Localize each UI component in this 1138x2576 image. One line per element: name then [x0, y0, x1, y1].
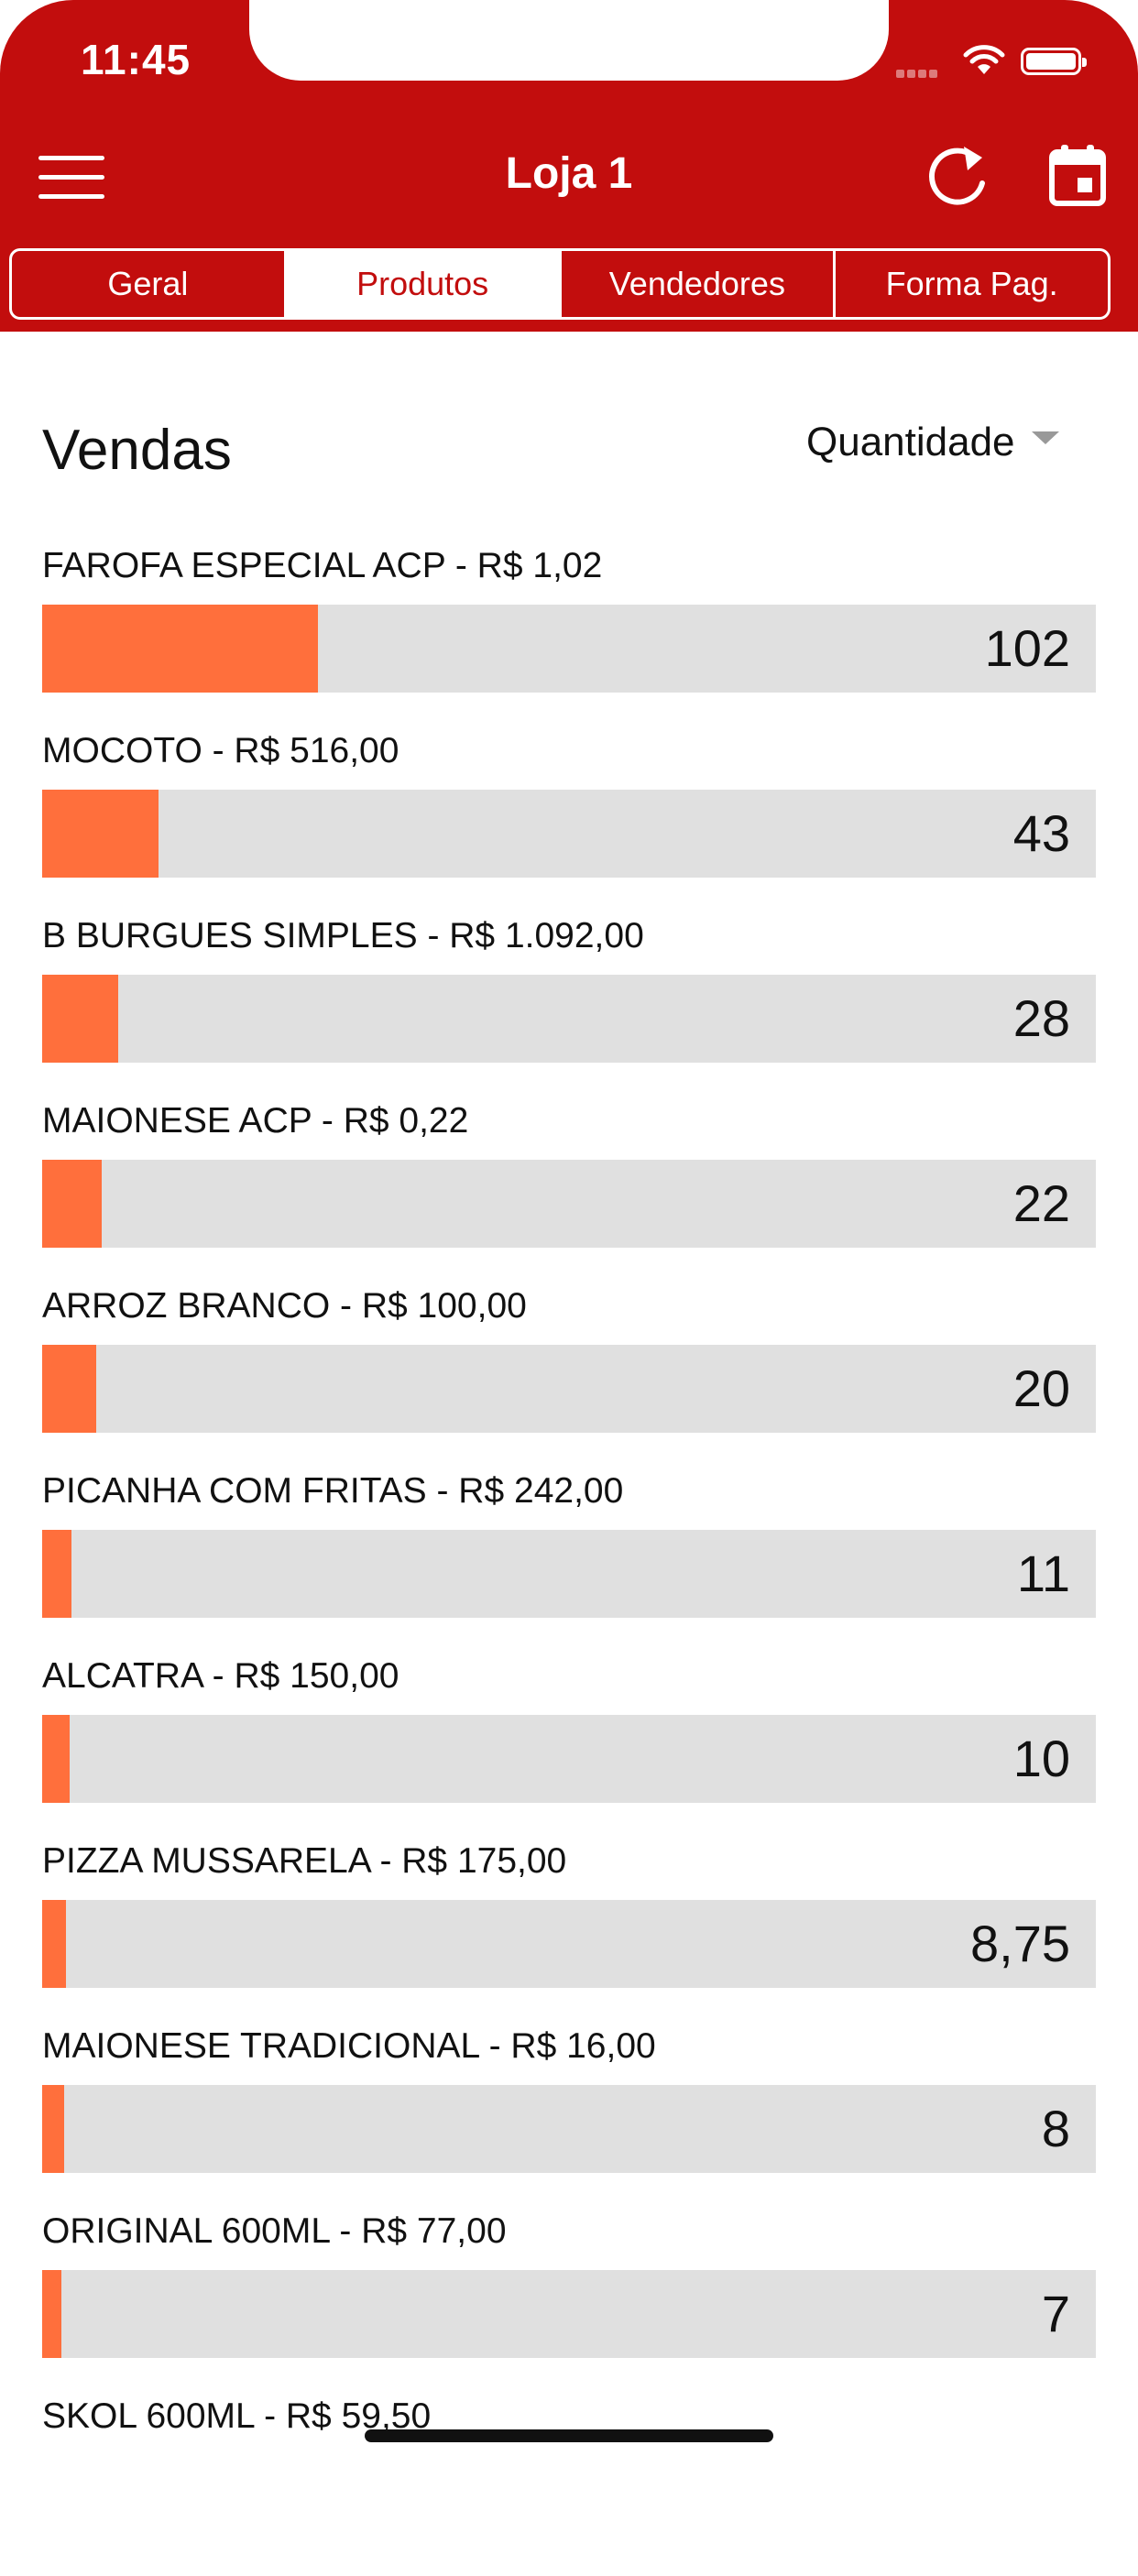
list-item[interactable]: FAROFA ESPECIAL ACP - R$ 1,02 102: [42, 540, 1096, 726]
home-indicator[interactable]: [365, 2429, 773, 2442]
bar-value: 8: [1041, 2100, 1070, 2157]
bar-fill: [42, 1715, 70, 1803]
sort-dropdown[interactable]: Quantidade: [806, 420, 1059, 465]
bar-fill: [42, 2270, 61, 2358]
product-label: ALCATRA - R$ 150,00: [42, 1656, 399, 1696]
product-sales-list: FAROFA ESPECIAL ACP - R$ 1,02 102 MOCOTO…: [42, 540, 1096, 2576]
bar-value: 11: [1016, 1545, 1070, 1602]
tab-forma-pag[interactable]: Forma Pag.: [836, 251, 1108, 317]
bar-value: 22: [1012, 1174, 1070, 1232]
product-label: MAIONESE ACP - R$ 0,22: [42, 1101, 469, 1141]
list-item[interactable]: SKOL 600ML - R$ 59,50: [42, 2391, 1096, 2576]
product-label: FAROFA ESPECIAL ACP - R$ 1,02: [42, 546, 603, 585]
sort-dropdown-label: Quantidade: [806, 420, 1015, 464]
bar-track: 43: [42, 790, 1096, 878]
bar-fill: [42, 1345, 97, 1433]
bar-track: 7: [42, 2270, 1096, 2358]
product-label: MOCOTO - R$ 516,00: [42, 731, 399, 770]
status-icons: [896, 44, 1116, 84]
cellular-signal-icon: [896, 66, 940, 82]
section-title: Vendas: [42, 419, 232, 482]
refresh-icon[interactable]: [922, 139, 995, 213]
bar-fill: [42, 1530, 72, 1618]
bar-value: 28: [1012, 989, 1070, 1047]
bar-fill: [42, 2085, 64, 2173]
list-item[interactable]: MOCOTO - R$ 516,00 43: [42, 726, 1096, 911]
app-header: 11:45 Loja 1 Geral Produtos Vendedores F…: [0, 0, 1138, 332]
bar-track: 22: [42, 1160, 1096, 1248]
tab-geral[interactable]: Geral: [12, 251, 287, 317]
tab-produtos[interactable]: Produtos: [286, 251, 562, 317]
bar-value: 43: [1012, 804, 1070, 862]
list-item[interactable]: ARROZ BRANCO - R$ 100,00 20: [42, 1281, 1096, 1466]
bar-value: 8,75: [970, 1915, 1070, 1972]
list-item[interactable]: MAIONESE ACP - R$ 0,22 22: [42, 1096, 1096, 1281]
product-label: B BURGUES SIMPLES - R$ 1.092,00: [42, 916, 644, 955]
product-label: ARROZ BRANCO - R$ 100,00: [42, 1286, 527, 1326]
product-label: PIZZA MUSSARELA - R$ 175,00: [42, 1841, 567, 1881]
list-item[interactable]: B BURGUES SIMPLES - R$ 1.092,00 28: [42, 911, 1096, 1096]
wifi-icon: [963, 45, 1005, 74]
bar-track: 8,75: [42, 1900, 1096, 1988]
battery-icon: [1021, 48, 1087, 75]
segmented-tabs: Geral Produtos Vendedores Forma Pag.: [9, 248, 1111, 320]
tab-vendedores[interactable]: Vendedores: [562, 251, 837, 317]
bar-value: 102: [984, 619, 1070, 677]
list-item[interactable]: ORIGINAL 600ML - R$ 77,00 7: [42, 2206, 1096, 2391]
bar-fill: [42, 605, 319, 693]
bar-fill: [42, 975, 118, 1063]
product-label: ORIGINAL 600ML - R$ 77,00: [42, 2211, 507, 2251]
bar-track: 28: [42, 975, 1096, 1063]
device-notch: [249, 0, 889, 81]
bar-value: 20: [1012, 1359, 1070, 1417]
bar-track: 20: [42, 1345, 1096, 1433]
list-item[interactable]: PIZZA MUSSARELA - R$ 175,00 8,75: [42, 1836, 1096, 2021]
status-time: 11:45: [81, 36, 191, 83]
bar-track: 10: [42, 1715, 1096, 1803]
bar-track: 11: [42, 1530, 1096, 1618]
bar-value: 10: [1012, 1730, 1070, 1787]
list-item[interactable]: ALCATRA - R$ 150,00 10: [42, 1651, 1096, 1836]
calendar-icon[interactable]: [1048, 143, 1107, 207]
bar-fill: [42, 1900, 66, 1988]
bar-value: 7: [1041, 2285, 1070, 2342]
bar-track: 102: [42, 605, 1096, 693]
list-item[interactable]: PICANHA COM FRITAS - R$ 242,00 11: [42, 1466, 1096, 1651]
product-label: PICANHA COM FRITAS - R$ 242,00: [42, 1471, 624, 1511]
product-label: MAIONESE TRADICIONAL - R$ 16,00: [42, 2026, 656, 2066]
caret-down-icon: [1031, 431, 1059, 444]
bar-fill: [42, 1160, 102, 1248]
bar-track: 8: [42, 2085, 1096, 2173]
bar-fill: [42, 790, 159, 878]
list-item[interactable]: MAIONESE TRADICIONAL - R$ 16,00 8: [42, 2021, 1096, 2206]
